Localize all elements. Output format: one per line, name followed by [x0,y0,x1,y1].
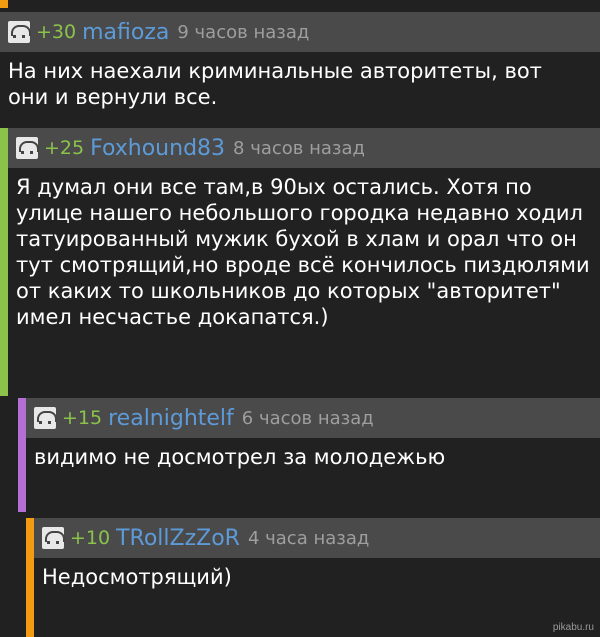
comment: +10 TRollZzZoR 4 часа назад Недосмотрящи… [26,518,600,637]
comment-text: На них наехали криминальные авторитеты, … [8,59,542,109]
thread-bar [18,398,26,512]
comment-username[interactable]: Foxhound83 [90,136,225,161]
avatar-icon[interactable] [34,407,57,429]
avatar-icon[interactable] [42,527,65,549]
comment-rating: +30 [36,21,77,43]
comment-username[interactable]: mafioza [82,20,169,45]
comment-text: Недосмотрящий) [42,565,232,589]
comment-username[interactable]: realnightelf [108,406,234,431]
avatar-icon[interactable] [8,21,31,43]
comment-username[interactable]: TRollZzZoR [116,526,240,551]
comment: +15 realnightelf 6 часов назад видимо не… [18,398,600,512]
comment: +25 Foxhound83 8 часов назад Я думал они… [0,128,600,396]
comment-header: +30 mafioza 9 часов назад [0,12,600,52]
avatar-icon[interactable] [16,137,39,159]
thread-bar [0,0,8,8]
comment-rating: +25 [44,137,85,159]
comment-rating: +10 [70,527,111,549]
comment-header: +25 Foxhound83 8 часов назад [8,128,600,168]
comment: +30 mafioza 9 часов назад На них наехали… [0,12,600,120]
comment-time: 9 часов назад [177,21,310,43]
comment-time: 8 часов назад [233,137,365,159]
comment-text: видимо не досмотрел за молодежью [34,445,446,469]
thread-bar [0,128,8,396]
watermark: pikabu.ru [552,622,594,633]
comment-time: 4 часа назад [247,527,370,549]
previous-comment-fragment [0,0,600,8]
comment-header: +10 TRollZzZoR 4 часа назад [34,518,600,558]
comment-text: Я думал они все там,в 90ых остались. Хот… [16,175,590,329]
comment-header: +15 realnightelf 6 часов назад [26,398,600,438]
thread-bar [26,518,34,637]
comment-rating: +15 [62,407,103,429]
comment-time: 6 часов назад [241,407,374,429]
